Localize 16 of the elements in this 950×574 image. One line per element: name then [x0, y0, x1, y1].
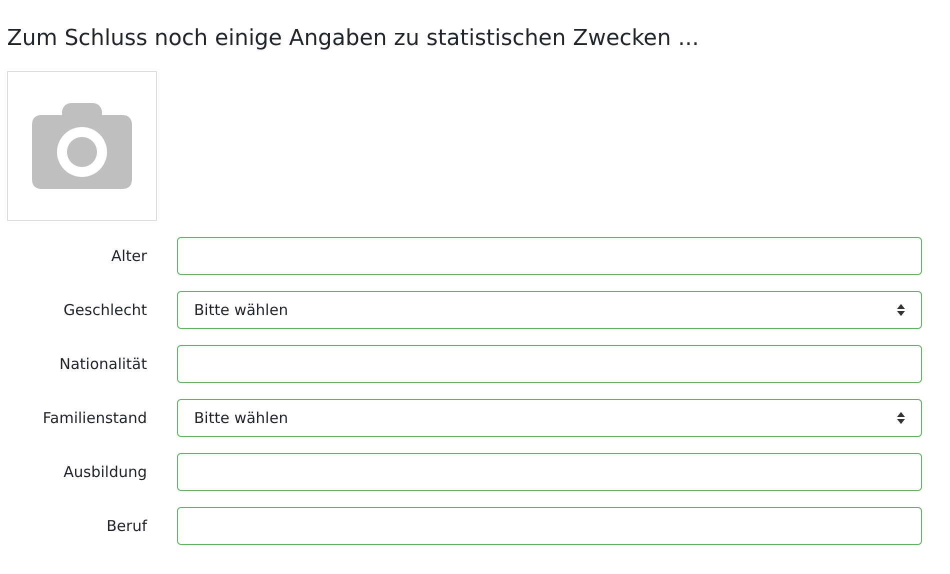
field-label: Ausbildung [62, 463, 148, 481]
page-heading: Zum Schluss noch einige Angaben zu statistischen Zwecken ... [7, 25, 700, 53]
input-field[interactable] [177, 237, 922, 275]
dropdown[interactable]: Bitte wählen [177, 291, 922, 329]
sort-caret-icon [897, 304, 905, 316]
field-label: Familienstand [42, 409, 148, 427]
camera-icon [32, 103, 132, 189]
field-label: Alter [110, 247, 148, 265]
input-field[interactable] [177, 453, 922, 491]
dropdown[interactable]: Bitte wählen [177, 399, 922, 437]
field-label: Nationalität [58, 355, 148, 373]
input-field[interactable] [177, 345, 922, 383]
field-label: Geschlecht [62, 301, 148, 319]
sort-caret-icon [897, 412, 905, 424]
input-field[interactable] [177, 507, 922, 545]
field-label: Beruf [106, 517, 148, 535]
